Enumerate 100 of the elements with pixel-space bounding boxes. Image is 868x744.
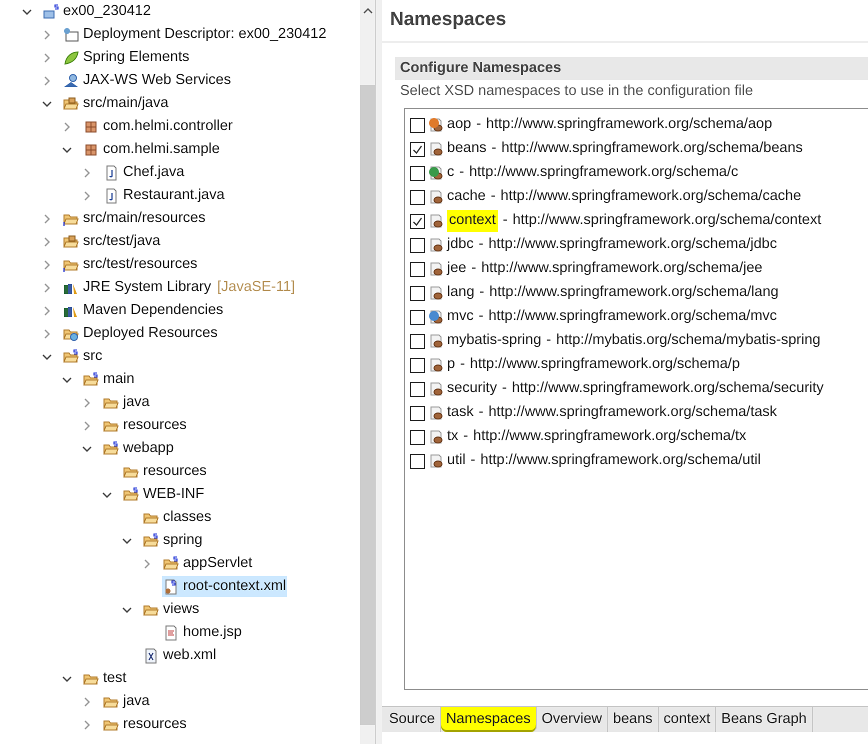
namespace-uri: http://www.springframework.org/schema/cache — [500, 187, 802, 206]
namespace-icon — [428, 381, 444, 397]
separator: - — [478, 235, 484, 254]
editor-tab[interactable]: Beans Graph — [716, 707, 813, 732]
namespace-icon — [428, 405, 444, 421]
scroll-up-icon[interactable] — [362, 7, 372, 15]
check-icon — [412, 216, 423, 226]
checkbox[interactable] — [410, 142, 425, 156]
namespace-uri: http://www.springframework.org/schema/tx — [473, 427, 746, 446]
tree-item[interactable]: Deployed Resources — [83, 322, 218, 344]
separator: - — [470, 451, 476, 470]
separator: - — [490, 187, 496, 206]
tree-item[interactable]: test — [103, 668, 126, 690]
tree-item[interactable]: src/main/java — [83, 92, 168, 114]
namespace-name: cache — [447, 187, 486, 206]
section-header: Configure Namespaces — [395, 57, 868, 80]
tree-item[interactable]: JAX-WS Web Services — [83, 70, 231, 92]
checkbox[interactable] — [410, 430, 425, 444]
separator: - — [502, 211, 508, 230]
tree-item[interactable]: resources — [123, 714, 187, 736]
tree-item[interactable]: main — [103, 368, 134, 390]
namespace-icon — [428, 429, 444, 445]
tree-item[interactable]: web.xml — [163, 644, 216, 666]
tree-item[interactable]: resources — [143, 460, 207, 482]
tree-item[interactable]: src/test/java — [83, 230, 160, 252]
separator: - — [459, 163, 464, 182]
tree-item[interactable]: com.helmi.sample — [103, 138, 220, 160]
editor-tab[interactable]: context — [658, 707, 716, 732]
tree-item[interactable]: spring — [163, 530, 202, 552]
namespace-uri: http://www.springframework.org/schema/beans — [501, 139, 803, 158]
tree-item[interactable]: WEB-INF — [143, 484, 204, 506]
namespace-name: c — [447, 163, 454, 182]
checkbox[interactable] — [410, 310, 425, 324]
checkbox[interactable] — [410, 262, 425, 276]
namespace-uri: http://www.springframework.org/schema/task — [488, 403, 777, 422]
namespace-name: util — [447, 451, 466, 470]
checkbox[interactable] — [410, 238, 425, 252]
editor-title: Namespaces — [382, 0, 868, 43]
section-description: Select XSD namespaces to use in the configuration file — [399, 82, 754, 102]
editor-tab[interactable]: Overview — [536, 707, 608, 732]
tree-item[interactable]: Deployment Descriptor: ex00_230412 — [83, 24, 326, 46]
separator: - — [479, 283, 484, 302]
namespace-uri: http://www.springframework.org/schema/jee — [481, 259, 762, 278]
namespace-icon — [428, 237, 444, 253]
namespace-name: mvc — [447, 307, 474, 326]
tree-item[interactable]: src/test/resources — [83, 254, 198, 276]
separator: - — [478, 403, 484, 422]
tree-item[interactable]: Chef.java — [123, 162, 184, 184]
checkbox[interactable] — [410, 286, 425, 300]
namespace-name: task — [447, 403, 474, 422]
separator: - — [476, 115, 482, 134]
tree-item[interactable]: appServlet — [183, 552, 252, 574]
checkbox[interactable] — [410, 190, 425, 204]
namespace-uri: http://www.springframework.org/schema/context — [512, 211, 822, 230]
editor-tab[interactable]: Namespaces — [440, 707, 537, 732]
tree-item[interactable]: views — [163, 598, 200, 620]
separator: - — [471, 259, 476, 278]
namespace-uri: http://www.springframework.org/schema/mvc — [488, 307, 777, 326]
tree-item[interactable]: home.jsp — [183, 622, 242, 644]
tree-item[interactable]: ex00_230412 — [63, 0, 151, 22]
checkbox[interactable] — [410, 334, 425, 348]
namespace-uri: http://www.springframework.org/schema/p — [470, 355, 740, 374]
tree-item[interactable]: src/main/resources — [83, 208, 206, 230]
tree-item[interactable]: java — [123, 392, 150, 414]
namespace-name: security — [447, 379, 497, 398]
namespace-name: jdbc — [447, 235, 474, 254]
namespace-name: context — [447, 210, 498, 232]
separator: - — [546, 331, 552, 350]
tree-item[interactable]: classes — [163, 506, 212, 528]
tree-item[interactable]: Restaurant.java — [123, 184, 225, 206]
checkbox[interactable] — [410, 454, 425, 468]
tree-item[interactable]: resources — [123, 414, 187, 436]
namespace-icon — [428, 285, 444, 301]
namespace-name: lang — [447, 283, 474, 302]
namespace-uri: http://mybatis.org/schema/mybatis-spring — [556, 331, 820, 350]
namespace-icon — [428, 261, 444, 277]
editor-tab[interactable]: beans — [608, 707, 659, 732]
checkbox[interactable] — [410, 214, 425, 228]
tree-item[interactable]: Maven Dependencies — [83, 300, 224, 322]
tree-item[interactable]: JRE System Library — [83, 276, 212, 298]
checkbox[interactable] — [410, 166, 425, 180]
tree-item[interactable]: java — [123, 690, 150, 712]
separator: - — [460, 355, 465, 374]
checkbox[interactable] — [410, 358, 425, 372]
namespace-uri: http://www.springframework.org/schema/security — [512, 379, 824, 398]
namespace-name: mybatis-spring — [447, 331, 542, 350]
checkbox[interactable] — [410, 406, 425, 420]
namespace-uri: http://www.springframework.org/schema/aop — [486, 115, 772, 134]
checkbox[interactable] — [410, 118, 425, 132]
tree-item[interactable]: webapp — [123, 438, 174, 460]
check-icon — [412, 144, 423, 154]
namespace-icon — [428, 357, 444, 373]
tree-item[interactable]: Spring Elements — [83, 46, 190, 68]
tree-item[interactable]: src — [83, 346, 102, 368]
namespace-icon — [428, 453, 444, 469]
tree-item[interactable]: com.helmi.controller — [103, 116, 233, 138]
checkbox[interactable] — [410, 382, 425, 396]
namespace-uri: http://www.springframework.org/schema/lang — [489, 283, 779, 302]
separator: - — [492, 139, 496, 158]
separator: - — [478, 307, 484, 326]
